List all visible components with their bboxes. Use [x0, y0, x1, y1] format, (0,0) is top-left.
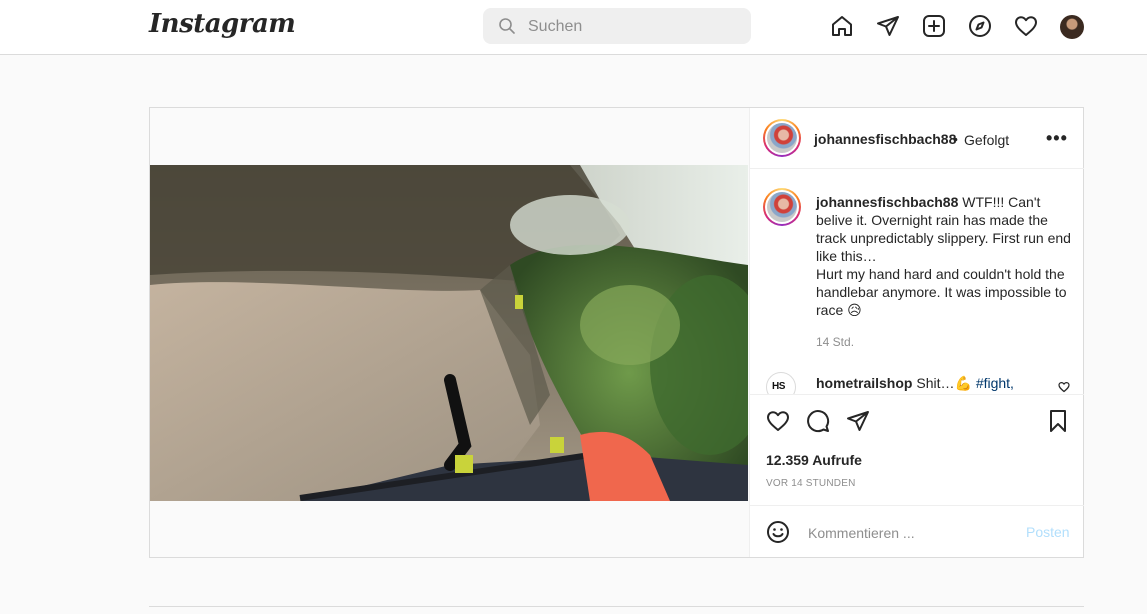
feed-divider: [149, 606, 1084, 607]
comment-hashtag[interactable]: #fight,: [976, 375, 1014, 391]
video-frame-image: [150, 165, 748, 501]
activity-heart-icon[interactable]: [1014, 14, 1038, 38]
post-time-ago[interactable]: VOR 14 STUNDEN: [766, 478, 856, 489]
top-navigation-bar: Instagram: [0, 0, 1147, 55]
follow-status-button[interactable]: Gefolgt: [964, 132, 1009, 148]
more-options-icon[interactable]: •••: [1046, 128, 1068, 149]
comment-avatar-logo: HS: [772, 381, 785, 392]
view-count[interactable]: 12.359 Aufrufe: [766, 452, 862, 468]
comment-item: hometrailshop Shit…💪 #fight,: [816, 375, 1046, 392]
comment-avatar[interactable]: HS: [766, 372, 796, 394]
search-input[interactable]: [526, 16, 740, 38]
share-send-icon[interactable]: [846, 409, 870, 433]
instagram-logo[interactable]: Instagram: [149, 9, 296, 39]
comment-username[interactable]: hometrailshop: [816, 375, 912, 391]
separator-dot: •: [953, 131, 958, 147]
post-header: johannesfischbach88 • Gefolgt •••: [750, 108, 1084, 169]
caption-username[interactable]: johannesfischbach88: [816, 194, 958, 210]
search-icon: [499, 18, 515, 34]
post-caption: johannesfischbach88 WTF!!! Can't belive …: [816, 193, 1074, 319]
author-avatar[interactable]: [763, 119, 801, 157]
post-video[interactable]: [150, 165, 748, 501]
save-bookmark-icon[interactable]: [1046, 409, 1070, 433]
comment-like-heart-icon[interactable]: [1058, 381, 1070, 393]
comment-input[interactable]: [806, 522, 1010, 544]
comments-section[interactable]: johannesfischbach88 WTF!!! Can't belive …: [750, 169, 1084, 395]
explore-compass-icon[interactable]: [968, 14, 992, 38]
caption-author-avatar[interactable]: [763, 188, 801, 226]
post-media-area: [150, 108, 749, 557]
new-post-icon[interactable]: [922, 14, 946, 38]
author-username[interactable]: johannesfischbach88: [814, 131, 956, 147]
post-sidebar: johannesfischbach88 • Gefolgt ••• johann…: [749, 108, 1084, 557]
caption-text: WTF!!! Can't belive it. Overnight rain h…: [816, 194, 1071, 318]
direct-send-icon[interactable]: [876, 14, 900, 38]
comment-bubble-icon[interactable]: [806, 409, 830, 433]
emoji-smiley-icon[interactable]: [766, 520, 790, 544]
comment-text: Shit…💪: [916, 375, 976, 391]
search-box[interactable]: [483, 8, 751, 44]
post-card: johannesfischbach88 • Gefolgt ••• johann…: [149, 107, 1084, 558]
profile-avatar[interactable]: [1060, 15, 1084, 39]
add-comment-bar: Posten: [750, 505, 1084, 557]
post-comment-button[interactable]: Posten: [1026, 524, 1070, 540]
post-actions-bar: [750, 396, 1084, 446]
like-heart-icon[interactable]: [766, 409, 790, 433]
home-icon[interactable]: [830, 14, 854, 38]
caption-timestamp[interactable]: 14 Std.: [816, 335, 854, 349]
